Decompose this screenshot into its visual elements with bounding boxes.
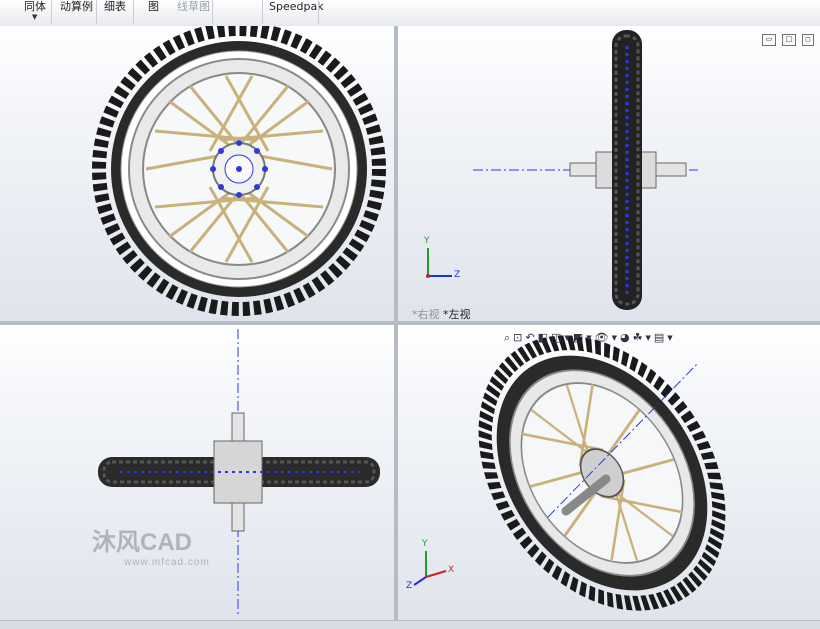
heads-up-view-toolbar: ⌕ ⊡ ↶ ◧ ◫ ▼ ◩ ▼ 👁 ▼ ◕ ☘ ▼ ▤ ▼ [504,330,673,346]
toolbar-item-speedpak[interactable]: Speedpak [269,0,324,16]
viewport-top[interactable] [0,325,394,620]
view-orientation-icon[interactable]: ◫ [551,331,561,345]
zoom-to-fit-icon[interactable]: ⌕ [504,331,510,345]
chevron-down-icon[interactable]: ▼ [586,331,591,345]
axis-label-z-iso: Z [406,581,413,591]
view-label-text: *左视 [443,308,471,321]
viewport-restore-icon[interactable]: ▭ [762,34,776,46]
toolbar-separator [96,0,97,24]
toolbar-item-drawing[interactable]: 图 [148,0,159,16]
wheel-isometric-view [413,335,726,611]
hub-center-point [236,166,242,172]
display-style-icon[interactable]: ◩ [573,331,583,345]
chevron-down-icon[interactable]: ▼ [612,331,617,345]
view-orientation-label: *右视 *左视 [412,306,471,322]
view-label-ghost: *右视 [412,308,440,321]
wheel-front-view [92,26,386,316]
toolbar-separator [51,0,52,24]
toolbar-separator [318,0,319,24]
toolbar-separator [133,0,134,24]
viewport-right[interactable]: Y Z [398,26,820,321]
chevron-down-icon[interactable]: ▼ [645,331,650,345]
toolbar-item-motion-study[interactable]: 动算例 [60,0,93,16]
coordinate-triad-iso [413,551,447,586]
viewport-splitter-horizontal[interactable] [0,321,820,325]
toolbar-item-sketch[interactable]: 线草图 [177,0,210,16]
section-view-icon[interactable]: ◧ [538,331,548,345]
axis-label-z: Z [454,270,461,280]
viewport-maximize-icon[interactable]: ◻ [802,34,814,46]
watermark-url: www.mfcad.com [124,557,210,568]
viewport-isometric[interactable]: Y X Z [398,325,820,620]
watermark: 沐风CAD www.mfcad.com [92,522,210,568]
toolbar-separator [262,0,263,24]
viewport-front[interactable] [0,26,394,321]
view-settings-icon[interactable]: ▤ [654,331,664,345]
command-manager-toolbar: 同体 ▼ 动算例 细表 图 线草图 Speedpak [0,0,820,27]
apply-scene-icon[interactable]: ☘ [633,331,643,345]
axis-label-y-iso: Y [422,539,428,549]
previous-view-icon[interactable]: ↶ [525,331,534,345]
chevron-down-icon[interactable]: ▼ [667,331,672,345]
toolbar-separator [212,0,213,24]
watermark-logo: 沐风CAD [92,529,192,556]
wheel-top-view [98,329,380,615]
toolbar-item-bom[interactable]: 细表 [104,0,126,16]
axis-label-x-iso: X [448,565,455,575]
edit-appearance-icon[interactable]: ◕ [620,331,630,345]
viewport-tile-icon[interactable]: □ [782,34,796,46]
coordinate-triad [426,248,452,278]
wheel-side-view [426,30,698,310]
axis-label-y: Y [424,236,430,246]
chevron-down-icon[interactable]: ▼ [564,331,569,345]
zoom-to-area-icon[interactable]: ⊡ [513,331,522,345]
hide-show-items-icon[interactable]: 👁 [595,331,609,345]
chevron-down-icon[interactable]: ▼ [32,13,37,21]
